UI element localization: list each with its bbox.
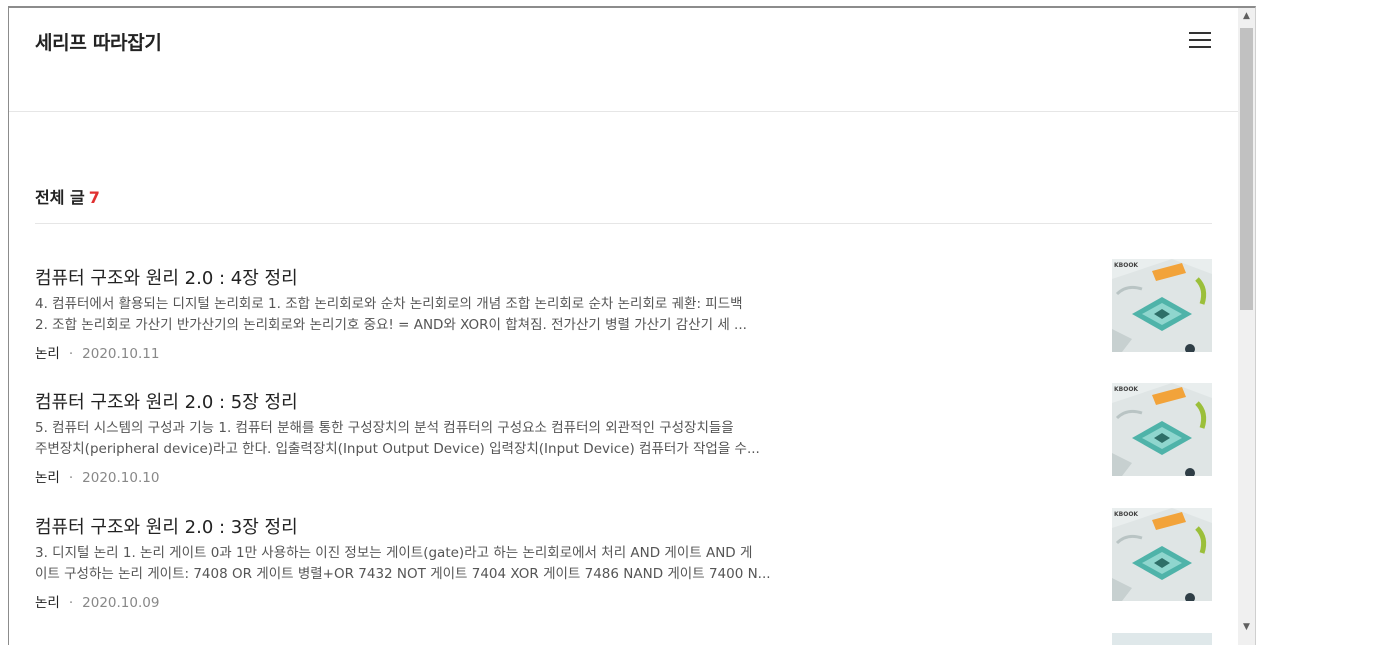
divider	[35, 223, 1212, 224]
meta-separator: ·	[68, 470, 74, 486]
post-summary[interactable]: 5. 컴퓨터 시스템의 구성과 기능 1. 컴퓨터 분해를 통한 구성장치의 분…	[35, 418, 810, 460]
post-category[interactable]: 논리	[35, 470, 60, 486]
meta-separator: ·	[68, 595, 74, 611]
post-summary-line: 이트 구성하는 논리 게이트: 7408 OR 게이트 병렬+OR 7432 N…	[35, 566, 771, 582]
meta-separator: ·	[68, 346, 74, 362]
post-category[interactable]: 논리	[35, 346, 60, 362]
post-category[interactable]: 논리	[35, 595, 60, 611]
svg-text:KBOOK: KBOOK	[1114, 386, 1138, 393]
post-summary-line: 주변장치(peripheral device)라고 한다. 입출력장치(Inpu…	[35, 441, 760, 457]
scroll-down-icon[interactable]: ▼	[1238, 619, 1255, 636]
scrollbar-thumb[interactable]	[1240, 28, 1253, 310]
post-date: 2020.10.10	[82, 470, 160, 486]
post-thumbnail[interactable]: KBOOK	[1112, 259, 1212, 352]
post-thumbnail[interactable]: KBOOK	[1112, 508, 1212, 601]
svg-text:KBOOK: KBOOK	[1114, 262, 1138, 269]
post-summary-line: 3. 디지털 논리 1. 논리 게이트 0과 1만 사용하는 이진 정보는 게이…	[35, 545, 753, 561]
post-summary[interactable]: 3. 디지털 논리 1. 논리 게이트 0과 1만 사용하는 이진 정보는 게이…	[35, 543, 810, 585]
post-title[interactable]: 컴퓨터 구조와 원리 2.0 : 5장 정리	[35, 388, 298, 414]
post-date: 2020.10.09	[82, 595, 160, 611]
post-title[interactable]: 컴퓨터 구조와 원리 2.0 : 4장 정리	[35, 264, 298, 290]
post-summary-line: 2. 조합 논리회로 가산기 반가산기의 논리회로와 논리기호 중요! = AN…	[35, 317, 747, 333]
post-meta: 논리 · 2020.10.09	[35, 591, 159, 611]
post-summary-line: 5. 컴퓨터 시스템의 구성과 기능 1. 컴퓨터 분해를 통한 구성장치의 분…	[35, 420, 734, 436]
post-summary-line: 4. 컴퓨터에서 활용되는 디지털 논리회로 1. 조합 논리회로와 순차 논리…	[35, 296, 743, 312]
section-title-label: 전체 글	[35, 188, 85, 207]
hamburger-menu-icon[interactable]	[1189, 32, 1213, 52]
vertical-scrollbar[interactable]: ▲ ▼	[1238, 8, 1255, 645]
post-thumbnail[interactable]	[1112, 633, 1212, 645]
browser-window: 세리프 따라잡기 전체 글7 컴퓨터 구조와 원리 2.0 : 4장 정리 4.…	[8, 6, 1256, 645]
post-thumbnail[interactable]: KBOOK	[1112, 383, 1212, 476]
post-meta: 논리 · 2020.10.10	[35, 466, 159, 486]
post-item[interactable]: 컴퓨터 구조와 원리 2.0 : 4장 정리 4. 컴퓨터에서 활용되는 디지털…	[35, 259, 1212, 364]
post-summary[interactable]: 4. 컴퓨터에서 활용되는 디지털 논리회로 1. 조합 논리회로와 순차 논리…	[35, 294, 810, 336]
post-count: 7	[88, 188, 100, 207]
post-title[interactable]: 컴퓨터 구조와 원리 2.0 : 3장 정리	[35, 513, 298, 539]
blog-title[interactable]: 세리프 따라잡기	[35, 28, 162, 55]
post-item[interactable]: 컴퓨터 구조와 원리 2.0 : 5장 정리 5. 컴퓨터 시스템의 구성과 기…	[35, 383, 1212, 488]
blog-page: 세리프 따라잡기 전체 글7 컴퓨터 구조와 원리 2.0 : 4장 정리 4.…	[9, 8, 1238, 645]
scroll-up-icon[interactable]: ▲	[1238, 8, 1255, 25]
section-title: 전체 글7	[35, 184, 100, 208]
svg-text:KBOOK: KBOOK	[1114, 511, 1138, 518]
post-meta: 논리 · 2020.10.11	[35, 342, 159, 362]
post-date: 2020.10.11	[82, 346, 160, 362]
post-item[interactable]: 컴퓨터 구조와 원리 2.0 : 3장 정리 3. 디지털 논리 1. 논리 게…	[35, 508, 1212, 613]
blog-header: 세리프 따라잡기	[9, 8, 1238, 112]
